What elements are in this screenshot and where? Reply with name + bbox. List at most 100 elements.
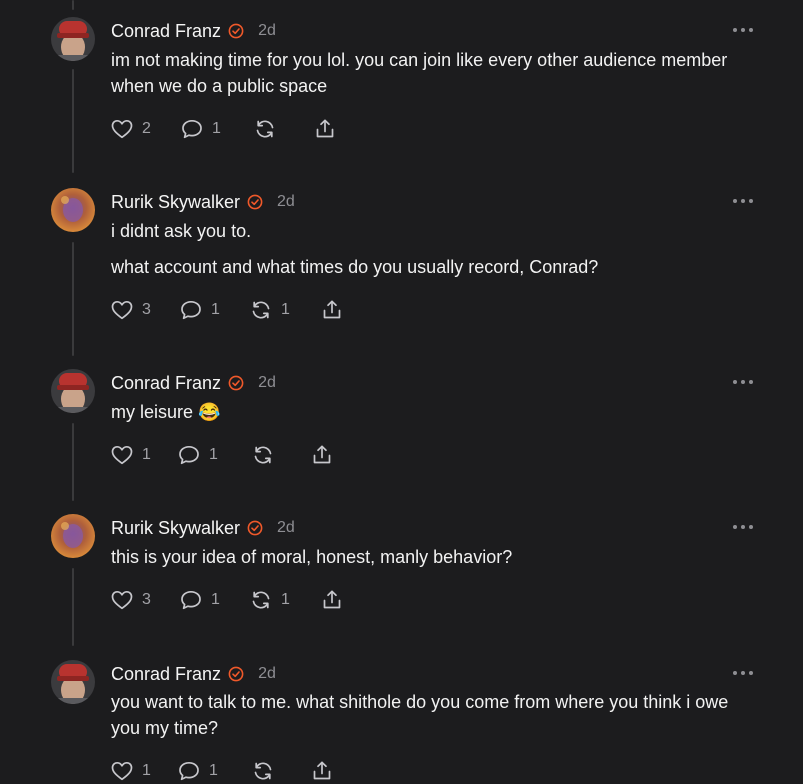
repost-button[interactable] — [251, 758, 283, 784]
post-text: you want to talk to me. what shithole do… — [111, 689, 751, 741]
share-button[interactable] — [320, 297, 344, 323]
reply-count: 1 — [211, 591, 220, 608]
post: Conrad Franz 2d im not making time for y… — [0, 17, 803, 173]
comment-icon — [179, 445, 199, 465]
like-button[interactable]: 1 — [110, 442, 151, 468]
post-header: Conrad Franz 2d — [111, 19, 276, 43]
more-dots-icon[interactable] — [733, 25, 753, 35]
post-paragraph: what account and what times do you usual… — [111, 257, 599, 277]
author-name[interactable]: Rurik Skywalker — [111, 192, 240, 213]
reply-button[interactable]: 1 — [177, 442, 218, 468]
share-icon — [313, 445, 331, 464]
repost-icon — [256, 120, 274, 138]
reply-button[interactable]: 1 — [180, 116, 221, 142]
post-paragraph: this is your idea of moral, honest, manl… — [111, 547, 513, 567]
like-button[interactable]: 1 — [110, 758, 151, 784]
share-icon — [323, 300, 341, 319]
repost-button[interactable] — [253, 116, 285, 142]
thread-line — [72, 0, 74, 10]
like-count: 2 — [142, 120, 151, 137]
post-paragraph: im not making time for you lol. you can … — [111, 50, 728, 96]
post-paragraph: my leisure 😂 — [111, 402, 221, 422]
repost-button[interactable]: 1 — [249, 587, 290, 613]
thread-line — [72, 568, 74, 646]
more-dots-icon[interactable] — [733, 522, 753, 532]
avatar[interactable] — [51, 188, 95, 232]
timestamp: 2d — [258, 374, 276, 391]
repost-button[interactable] — [251, 442, 283, 468]
comment-icon — [182, 119, 202, 139]
post: Rurik Skywalker 2d this is your idea of … — [0, 514, 803, 650]
share-icon — [313, 761, 331, 780]
author-name[interactable]: Conrad Franz — [111, 664, 221, 685]
verified-badge-icon — [228, 666, 244, 682]
like-button[interactable]: 3 — [110, 297, 151, 323]
post-text: im not making time for you lol. you can … — [111, 47, 751, 99]
like-button[interactable]: 3 — [110, 587, 151, 613]
avatar[interactable] — [51, 514, 95, 558]
share-button[interactable] — [310, 442, 334, 468]
avatar[interactable] — [51, 660, 95, 704]
more-dots-icon[interactable] — [733, 377, 753, 387]
post-header: Conrad Franz 2d — [111, 662, 276, 686]
author-name[interactable]: Conrad Franz — [111, 21, 221, 42]
heart-icon — [111, 119, 133, 139]
avatar[interactable] — [51, 369, 95, 413]
author-name[interactable]: Conrad Franz — [111, 373, 221, 394]
comment-icon — [181, 300, 201, 320]
repost-icon — [252, 591, 270, 609]
share-button[interactable] — [320, 587, 344, 613]
comment-icon — [181, 590, 201, 610]
verified-badge-icon — [228, 23, 244, 39]
timestamp: 2d — [258, 22, 276, 39]
like-count: 3 — [142, 591, 151, 608]
reply-count: 1 — [209, 446, 218, 463]
post-paragraph: you want to talk to me. what shithole do… — [111, 692, 729, 738]
repost-icon — [252, 301, 270, 319]
heart-icon — [111, 590, 133, 610]
more-dots-icon[interactable] — [733, 196, 753, 206]
avatar[interactable] — [51, 17, 95, 61]
thread-line — [72, 423, 74, 501]
post-text: i didnt ask you to. what account and wha… — [111, 218, 751, 280]
post: Rurik Skywalker 2d i didnt ask you to. w… — [0, 188, 803, 358]
repost-count: 1 — [281, 591, 290, 608]
verified-badge-icon — [228, 375, 244, 391]
post: Conrad Franz 2d my leisure 😂 1 1 — [0, 369, 803, 501]
post: Conrad Franz 2d you want to talk to me. … — [0, 660, 803, 784]
heart-icon — [111, 445, 133, 465]
repost-icon — [254, 446, 272, 464]
post-text: my leisure 😂 — [111, 399, 751, 425]
reply-button[interactable]: 1 — [179, 297, 220, 323]
heart-icon — [111, 761, 133, 781]
share-icon — [316, 119, 334, 138]
reply-count: 1 — [209, 762, 218, 779]
more-dots-icon[interactable] — [733, 668, 753, 678]
comment-icon — [179, 761, 199, 781]
verified-badge-icon — [247, 520, 263, 536]
timestamp: 2d — [277, 519, 295, 536]
thread-line — [72, 242, 74, 356]
like-count: 1 — [142, 762, 151, 779]
author-name[interactable]: Rurik Skywalker — [111, 518, 240, 539]
like-count: 3 — [142, 301, 151, 318]
post-text: this is your idea of moral, honest, manl… — [111, 544, 751, 570]
repost-button[interactable]: 1 — [249, 297, 290, 323]
share-button[interactable] — [313, 116, 337, 142]
post-header: Conrad Franz 2d — [111, 371, 276, 395]
reply-button[interactable]: 1 — [177, 758, 218, 784]
thread-line — [72, 69, 74, 173]
repost-count: 1 — [281, 301, 290, 318]
timestamp: 2d — [277, 193, 295, 210]
post-paragraph: i didnt ask you to. — [111, 221, 252, 241]
post-header: Rurik Skywalker 2d — [111, 516, 295, 540]
post-header: Rurik Skywalker 2d — [111, 190, 295, 214]
share-icon — [323, 590, 341, 609]
repost-icon — [254, 762, 272, 780]
reply-button[interactable]: 1 — [179, 587, 220, 613]
heart-icon — [111, 300, 133, 320]
share-button[interactable] — [310, 758, 334, 784]
like-count: 1 — [142, 446, 151, 463]
like-button[interactable]: 2 — [110, 116, 151, 142]
reply-count: 1 — [212, 120, 221, 137]
